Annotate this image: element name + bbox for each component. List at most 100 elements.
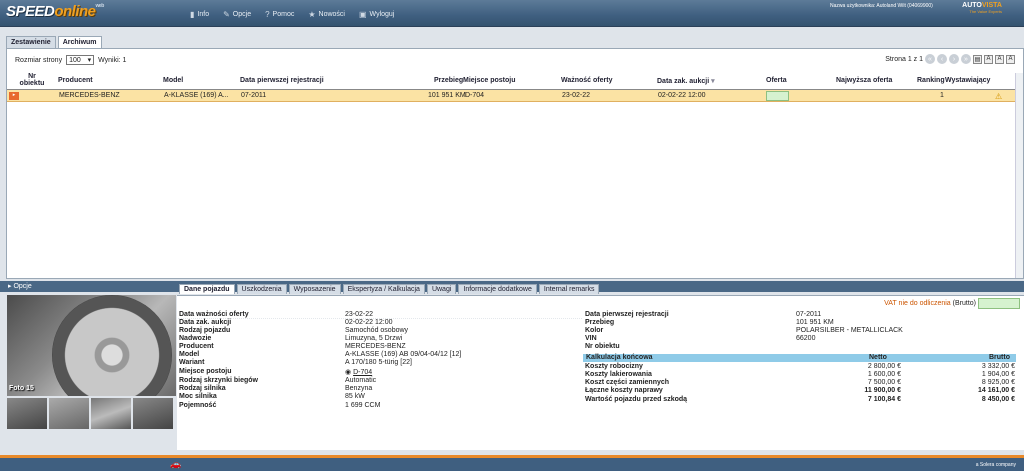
font-large-icon[interactable]: A xyxy=(1006,54,1015,64)
calc-netto-header: Netto xyxy=(869,354,887,361)
col-ranking[interactable]: Ranking xyxy=(917,77,945,84)
calc-netto: 1 600,00 € xyxy=(867,371,901,378)
tab-uszkodzenia[interactable]: Uszkodzenia xyxy=(236,284,287,294)
font-medium-icon[interactable]: A xyxy=(995,54,1004,64)
tab-dane-pojazdu[interactable]: Dane pojazdu xyxy=(179,284,235,294)
location-link[interactable]: ◉ D-704 xyxy=(345,368,372,376)
sort-desc-icon: ▾ xyxy=(711,78,715,85)
field-value: 66200 xyxy=(796,335,816,342)
prev-page-button[interactable]: ‹ xyxy=(937,54,947,64)
cell-waznosc: 23-02-22 xyxy=(562,92,591,99)
car-icon: 🚗 xyxy=(170,459,182,469)
vehicle-flag-icon[interactable]: ▸ xyxy=(9,92,19,100)
col-wystawiajacy[interactable]: Wystawiający xyxy=(945,77,990,84)
field-label: Rodzaj silnika xyxy=(179,385,226,392)
table-row[interactable]: ▸ MERCEDES-BENZ A-KLASSE (169) A... 07-2… xyxy=(7,90,1015,102)
col-waznosc-oferty[interactable]: Ważność oferty xyxy=(561,77,612,84)
warning-icon[interactable]: ⚠ xyxy=(995,92,1002,101)
calc-brutto: 1 904,00 € xyxy=(981,371,1015,378)
field-label: Rodzaj pojazdu xyxy=(179,327,231,334)
calc-label: Koszty lakierowania xyxy=(585,371,652,378)
last-page-button[interactable]: » xyxy=(961,54,971,64)
font-small-icon[interactable]: A xyxy=(984,54,993,64)
results-count: Wyniki: 1 xyxy=(98,56,127,64)
tab-ekspertyza[interactable]: Ekspertyza / Kalkulacja xyxy=(342,284,425,294)
col-nr-obiektu[interactable]: Nr obiektu xyxy=(15,73,49,87)
vehicle-photo[interactable] xyxy=(7,295,176,396)
calc-brutto: 8 925,00 € xyxy=(981,379,1015,386)
chevron-down-icon: ▾ xyxy=(87,57,92,64)
field-value: Automatic xyxy=(345,377,377,384)
calc-netto: 11 900,00 € xyxy=(864,387,901,394)
wheel-image xyxy=(52,295,172,396)
grid-scrollbar[interactable] xyxy=(1015,73,1023,278)
field-label: Model xyxy=(179,351,200,358)
col-model[interactable]: Model xyxy=(163,77,183,84)
calc-title: Kalkulacja końcowa xyxy=(586,354,653,361)
nav-wyloguj[interactable]: ▣ Wyloguj xyxy=(359,10,394,19)
main-tabs: Zestawienie Archiwum xyxy=(6,36,102,48)
cell-przebieg: 101 951 KM xyxy=(428,92,466,99)
col-najwyzsza-oferta[interactable]: Najwyższa oferta xyxy=(836,77,892,84)
tab-wyposazenie[interactable]: Wyposazenie xyxy=(288,284,341,294)
calc-netto: 7 100,84 € xyxy=(867,396,901,403)
col-oferta[interactable]: Oferta xyxy=(766,77,787,84)
calc-brutto-header: Brutto xyxy=(989,354,1010,361)
offer-amount-input[interactable] xyxy=(978,298,1020,309)
nav-info[interactable]: ▮ Info xyxy=(190,10,209,19)
col-data-rejestracji[interactable]: Data pierwszej rejestracji xyxy=(240,77,324,84)
star-icon: ★ xyxy=(308,10,316,19)
field-label: Data zak. aukcji xyxy=(179,319,232,326)
field-value: 1 699 CCM xyxy=(345,402,381,409)
field-value: 07-2011 xyxy=(796,311,822,318)
photo-thumbnail[interactable] xyxy=(133,398,173,429)
offer-input[interactable] xyxy=(766,91,789,101)
field-label: Data pierwszej rejestracji xyxy=(585,311,669,318)
footer: 🚗 a Solera company xyxy=(0,455,1024,471)
speedonline-logo[interactable]: SPEEDonlineweb xyxy=(6,3,104,20)
page-size-select[interactable]: 100 ▾ xyxy=(66,55,95,65)
tab-archiwum[interactable]: Archiwum xyxy=(57,36,102,48)
field-label: VIN xyxy=(585,335,597,342)
photo-thumbnail[interactable] xyxy=(7,398,47,429)
calc-label: Wartość pojazdu przed szkodą xyxy=(585,396,688,403)
nav-opcje[interactable]: ✎ Opcje xyxy=(223,10,251,19)
field-value: Samochód osobowy xyxy=(345,327,409,334)
field-label: Data ważności oferty xyxy=(179,311,249,318)
calc-netto: 2 800,00 € xyxy=(867,363,901,370)
grid-header: Nr obiektu Producent Model Data pierwsze… xyxy=(7,73,1015,90)
main-nav: ▮ Info ✎ Opcje ? Pomoc ★ Nowości ▣ Wyloguj xyxy=(190,10,394,19)
col-producent[interactable]: Producent xyxy=(58,77,93,84)
print-icon[interactable]: ▤ xyxy=(973,54,982,64)
logout-icon: ▣ xyxy=(358,10,367,19)
pager: Strona 1 z 1 « ‹ › » ▤ A A A xyxy=(885,54,1015,64)
field-label: Przebieg xyxy=(585,319,615,326)
nav-nowosci[interactable]: ★ Nowości xyxy=(308,10,345,19)
page-indicator: Strona 1 z 1 xyxy=(885,55,923,63)
photo-thumbnails xyxy=(7,398,173,429)
col-przebieg[interactable]: Przebieg xyxy=(434,77,463,84)
tab-informacje-dodatkowe[interactable]: Informacje dodatkowe xyxy=(458,284,537,294)
field-value: 23-02-22 xyxy=(345,311,374,318)
tab-zestawienie[interactable]: Zestawienie xyxy=(6,36,56,48)
cell-data-aukcji: 02-02-22 12:00 xyxy=(658,92,706,99)
nav-pomoc[interactable]: ? Pomoc xyxy=(265,10,294,19)
tab-internal-remarks[interactable]: Internal remarks xyxy=(538,284,600,294)
results-panel: Rozmiar strony 100 ▾ Wyniki: 1 Strona 1 z… xyxy=(6,48,1024,279)
first-page-button[interactable]: « xyxy=(925,54,935,64)
top-header: SPEEDonlineweb ▮ Info ✎ Opcje ? Pomoc ★ Nowo… xyxy=(0,0,1024,27)
next-page-button[interactable]: › xyxy=(949,54,959,64)
photo-thumbnail[interactable] xyxy=(49,398,89,429)
location-pin-icon: ◉ xyxy=(345,369,354,376)
photo-thumbnail[interactable] xyxy=(91,398,131,429)
tab-uwagi[interactable]: Uwagi xyxy=(426,284,457,294)
field-value: 02-02-22 12:00 xyxy=(345,319,393,326)
field-label: Miejsce postoju xyxy=(179,368,232,375)
detail-tabs: Dane pojazdu Uszkodzenia Wyposazenie Eks… xyxy=(179,284,600,294)
cell-ranking: 1 xyxy=(940,92,944,99)
field-label: Pojemność xyxy=(179,402,217,409)
calc-label: Koszt części zamiennych xyxy=(585,379,670,386)
autovista-logo: AUTOVISTA The Value Experts xyxy=(962,2,1002,14)
col-data-aukcji[interactable]: Data zak. aukcji ▾ xyxy=(657,77,715,85)
col-miejsce-postoju[interactable]: Miejsce postoju xyxy=(463,77,516,84)
